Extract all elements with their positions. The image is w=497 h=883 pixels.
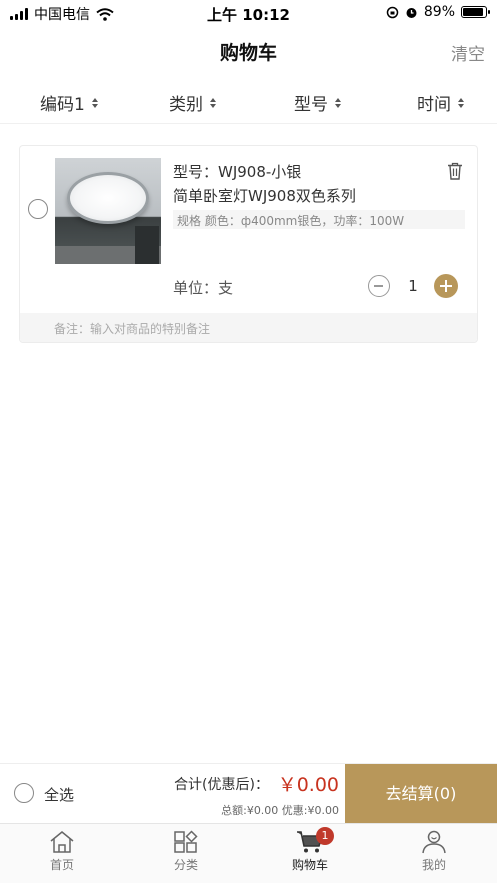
- quantity-increase-button[interactable]: [434, 274, 458, 298]
- sort-label: 类别: [169, 95, 203, 115]
- trash-icon[interactable]: [447, 162, 463, 180]
- tab-label: 首页: [49, 858, 74, 872]
- nav-bar: 购物车 清空: [0, 26, 497, 74]
- item-select-radio[interactable]: [28, 199, 48, 219]
- alarm-icon: [406, 7, 417, 18]
- sort-arrows-icon: [458, 97, 464, 108]
- total-detail: 总额:¥0.00 优惠:¥0.00: [221, 804, 339, 817]
- quantity-value: 1: [408, 277, 418, 295]
- sort-label: 型号: [294, 95, 328, 115]
- battery-icon: [461, 6, 490, 18]
- sort-code[interactable]: 编码1: [40, 90, 98, 115]
- battery-percent: 89%: [423, 4, 455, 20]
- quantity-decrease-button[interactable]: [368, 275, 390, 297]
- sort-arrows-icon: [210, 97, 216, 108]
- tab-label: 购物车: [291, 858, 328, 872]
- product-model: 型号：WJ908-小银: [173, 163, 302, 181]
- product-unit: 单位：支: [173, 279, 234, 297]
- select-all-radio[interactable]: [14, 783, 34, 803]
- checkout-bar: 全选 合计(优惠后)： ￥0.00 总额:¥0.00 优惠:¥0.00 去结算(…: [0, 763, 497, 824]
- select-all-label[interactable]: 全选: [44, 784, 74, 805]
- checkout-button[interactable]: 去结算(0): [345, 764, 497, 824]
- product-name[interactable]: 简单卧室灯WJ908双色系列: [173, 185, 356, 206]
- profile-icon: [422, 830, 446, 854]
- sort-label: 时间: [417, 95, 451, 115]
- total-amount: ￥0.00: [277, 774, 339, 796]
- category-icon: [174, 830, 198, 853]
- cart-badge: 1: [316, 827, 334, 845]
- sort-model[interactable]: 型号: [294, 90, 341, 115]
- tab-label: 我的: [421, 858, 446, 872]
- tab-category[interactable]: 分类: [124, 824, 248, 883]
- product-spec: 规格 颜色：ф400mm银色，功率：100W: [173, 210, 465, 229]
- tab-profile[interactable]: 我的: [372, 824, 496, 883]
- sort-arrows-icon: [91, 97, 98, 108]
- product-image[interactable]: [55, 158, 161, 264]
- clear-button[interactable]: 清空: [451, 40, 485, 65]
- tab-bar: 首页 分类 1 购物车 我的: [0, 823, 497, 883]
- remark-input[interactable]: 备注：输入对商品的特别备注: [20, 313, 477, 342]
- status-right: 89%: [386, 4, 490, 20]
- sort-label: 编码1: [40, 95, 85, 115]
- total-label: 合计(优惠后)：: [174, 777, 269, 793]
- page-title: 购物车: [219, 42, 277, 64]
- sort-arrows-icon: [335, 97, 341, 108]
- tab-label: 分类: [173, 858, 198, 872]
- status-bar: 中国电信 上午 10:12 89%: [0, 0, 497, 26]
- sort-time[interactable]: 时间: [417, 90, 464, 115]
- sort-bar: 编码1 类别 型号 时间: [0, 76, 497, 124]
- orientation-lock-icon: [386, 6, 399, 18]
- sort-category[interactable]: 类别: [169, 90, 216, 115]
- cart-item: 型号：WJ908-小银 简单卧室灯WJ908双色系列 规格 颜色：ф400mm银…: [19, 145, 478, 343]
- home-icon: [50, 831, 74, 853]
- tab-home[interactable]: 首页: [0, 824, 124, 883]
- tab-cart[interactable]: 1 购物车: [248, 824, 372, 883]
